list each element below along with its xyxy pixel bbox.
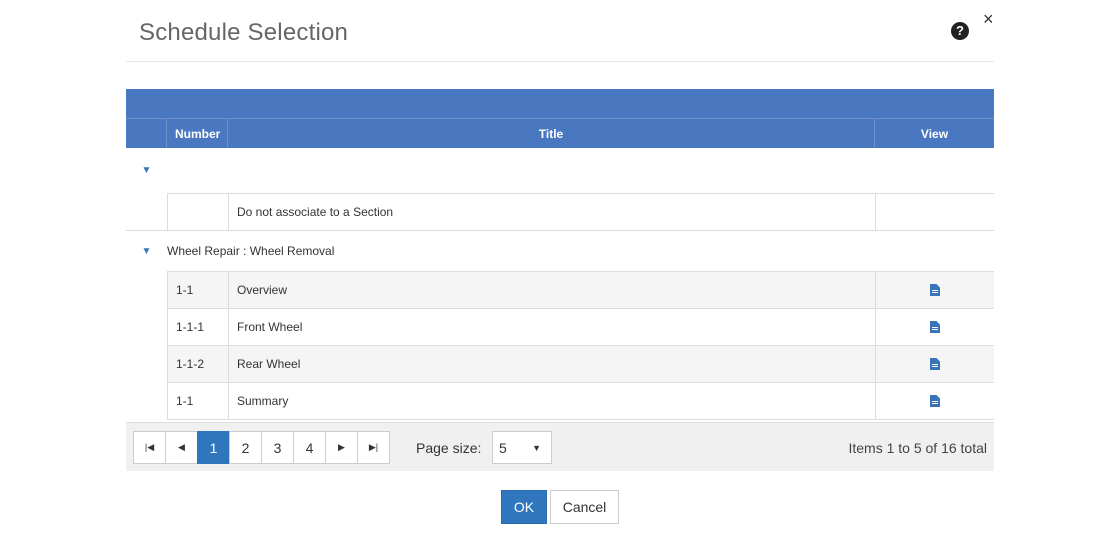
cell-number — [167, 194, 228, 230]
header-divider — [126, 61, 994, 62]
dialog-title: Schedule Selection — [139, 19, 349, 46]
cancel-button[interactable]: Cancel — [550, 490, 619, 524]
header-expand-cell — [126, 119, 167, 148]
header-title[interactable]: Title — [228, 119, 875, 148]
prev-page-button[interactable]: ◀ — [165, 431, 198, 464]
group-row: ▼ — [126, 148, 994, 193]
group-label: Wheel Repair : Wheel Removal — [167, 244, 335, 258]
next-page-button[interactable]: ▶ — [325, 431, 358, 464]
page-size-label: Page size: — [416, 440, 482, 456]
table-row[interactable]: 1-1 Summary — [167, 382, 994, 419]
last-page-button[interactable]: ▶| — [357, 431, 390, 464]
cell-number: 1-1-1 — [167, 309, 228, 345]
cell-view — [875, 309, 994, 345]
document-icon[interactable] — [930, 395, 940, 407]
cell-title: Overview — [228, 272, 875, 308]
help-icon[interactable]: ? — [951, 22, 969, 40]
table-row[interactable]: 1-1-1 Front Wheel — [167, 308, 994, 345]
page-button-2[interactable]: 2 — [229, 431, 262, 464]
table-row[interactable]: 1-1-2 Rear Wheel — [167, 345, 994, 382]
header-view[interactable]: View — [875, 119, 994, 148]
cell-number: 1-1 — [167, 383, 228, 419]
table-row[interactable]: 1-1 Overview — [167, 271, 994, 308]
page-button-4[interactable]: 4 — [293, 431, 326, 464]
ok-button[interactable]: OK — [501, 490, 547, 524]
cell-view — [875, 383, 994, 419]
page-size-value: 5 — [499, 439, 507, 456]
document-icon[interactable] — [930, 284, 940, 296]
page-button-1[interactable]: 1 — [197, 431, 230, 464]
document-icon[interactable] — [930, 321, 940, 333]
document-icon[interactable] — [930, 358, 940, 370]
pager-buttons: |◀ ◀ 1 2 3 4 ▶ ▶| — [133, 431, 390, 464]
close-icon[interactable]: × — [983, 10, 994, 28]
cell-title: Front Wheel — [228, 309, 875, 345]
cell-number: 1-1-2 — [167, 346, 228, 382]
grid-header: Number Title View — [126, 118, 994, 148]
group-panel-bar — [126, 89, 994, 118]
cell-title: Summary — [228, 383, 875, 419]
page-size-select[interactable]: 5 ▼ — [492, 431, 552, 464]
header-number[interactable]: Number — [167, 119, 228, 148]
cell-view — [875, 194, 994, 230]
items-info: Items 1 to 5 of 16 total — [848, 440, 987, 456]
schedule-grid: Number Title View ▼ Do not associate to … — [126, 89, 994, 420]
rows-end-divider — [167, 419, 994, 420]
cell-view — [875, 272, 994, 308]
cell-number: 1-1 — [167, 272, 228, 308]
group-toggle-icon[interactable]: ▼ — [126, 246, 167, 257]
first-page-button[interactable]: |◀ — [133, 431, 166, 464]
cell-title: Rear Wheel — [228, 346, 875, 382]
group-row: ▼ Wheel Repair : Wheel Removal — [126, 230, 994, 271]
chevron-down-icon: ▼ — [532, 443, 541, 453]
group-toggle-icon[interactable]: ▼ — [126, 165, 167, 176]
cell-title: Do not associate to a Section — [228, 194, 875, 230]
pager: |◀ ◀ 1 2 3 4 ▶ ▶| Page size: 5 ▼ Items 1… — [126, 422, 994, 471]
table-row[interactable]: Do not associate to a Section — [167, 193, 994, 230]
page-button-3[interactable]: 3 — [261, 431, 294, 464]
cell-view — [875, 346, 994, 382]
